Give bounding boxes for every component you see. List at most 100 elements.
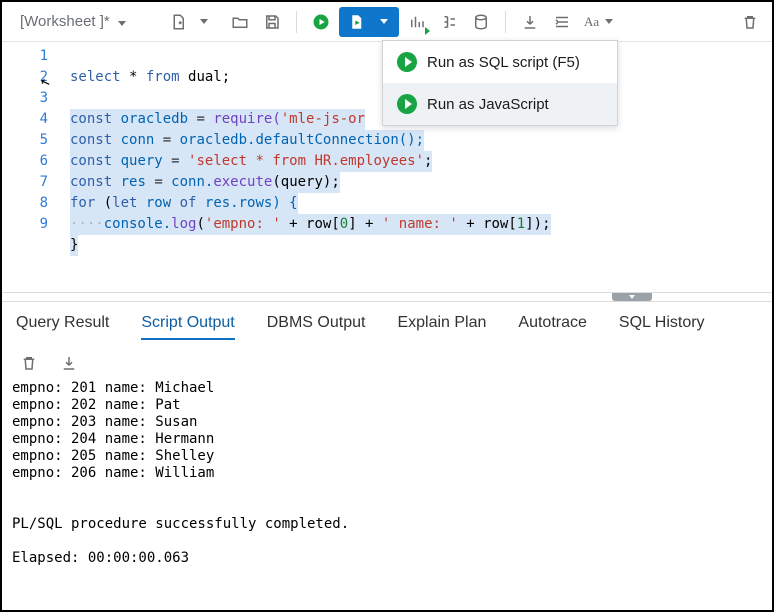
tok: 'mle-js-or <box>281 111 365 127</box>
font-button[interactable]: Aa <box>580 8 617 36</box>
worksheet-title[interactable]: [Worksheet ]* <box>10 13 132 30</box>
tok: ; <box>424 153 432 169</box>
tok: res <box>112 174 154 190</box>
chevron-down-icon <box>118 21 126 26</box>
tok: const <box>70 174 112 190</box>
separator <box>505 11 506 33</box>
line-number: 7 <box>2 172 48 193</box>
download-output-button[interactable] <box>60 354 78 372</box>
chevron-down-icon <box>605 19 613 24</box>
tok: (query); <box>272 174 339 190</box>
tok: const <box>70 111 112 127</box>
tab-sql-history[interactable]: SQL History <box>619 314 705 340</box>
tab-script-output[interactable]: Script Output <box>141 314 234 340</box>
tok: of <box>180 195 197 211</box>
trash-icon <box>20 354 38 372</box>
db-icon <box>472 13 490 31</box>
line-number: 1 <box>2 46 48 67</box>
chart-icon <box>408 13 426 31</box>
font-icon: Aa <box>584 14 599 30</box>
tok: ···· <box>70 216 104 232</box>
tok: require( <box>205 111 281 127</box>
tok: * <box>121 69 146 85</box>
tok: execute <box>213 174 272 190</box>
tok: = <box>196 111 204 127</box>
tok: 'empno: ' <box>205 216 281 232</box>
sql-history-button[interactable] <box>467 8 495 36</box>
tok: Connection(); <box>314 132 424 148</box>
results-tabs: Query Result Script Output DBMS Output E… <box>2 302 772 350</box>
tok: ( <box>196 216 204 232</box>
script-output: empno: 201 name: Michael empno: 202 name… <box>2 380 772 577</box>
run-statement-button[interactable] <box>307 8 335 36</box>
delete-button[interactable] <box>736 8 764 36</box>
file-play-icon <box>347 13 365 31</box>
trash-icon <box>741 13 759 31</box>
panel-drag-handle[interactable] <box>2 292 772 302</box>
tok: ] + <box>348 216 382 232</box>
tok: ]); <box>525 216 550 232</box>
play-badge-icon <box>425 27 430 35</box>
tok: = <box>154 174 162 190</box>
indent-icon <box>553 13 571 31</box>
new-file-button[interactable] <box>164 8 192 36</box>
tok: const <box>70 132 112 148</box>
tok: 0 <box>340 216 348 232</box>
tok: row <box>137 195 179 211</box>
tok: ( <box>95 195 112 211</box>
menu-item-run-js[interactable]: Run as JavaScript <box>383 83 617 125</box>
file-add-icon <box>169 13 187 31</box>
drag-handle-icon <box>612 293 652 301</box>
tok: log <box>171 216 196 232</box>
worksheet-title-text: [Worksheet ]* <box>20 13 110 30</box>
tok: } <box>70 237 78 253</box>
tok: for <box>70 195 95 211</box>
tok: console. <box>104 216 171 232</box>
tab-dbms-output[interactable]: DBMS Output <box>267 314 366 340</box>
tab-query-result[interactable]: Query Result <box>16 314 109 340</box>
autotrace-button[interactable] <box>435 8 463 36</box>
tok: dual; <box>180 69 231 85</box>
chevron-down-icon <box>380 19 388 24</box>
format-button[interactable] <box>548 8 576 36</box>
tok: 1 <box>517 216 525 232</box>
tree-icon <box>440 13 458 31</box>
menu-item-run-sql[interactable]: Run as SQL script (F5) <box>383 41 617 83</box>
download-icon <box>521 13 539 31</box>
tok: + row[ <box>281 216 340 232</box>
chevron-down-icon[interactable] <box>200 19 208 24</box>
tab-explain-plan[interactable]: Explain Plan <box>397 314 486 340</box>
menu-item-label: Run as JavaScript <box>427 96 549 113</box>
line-number: 4 <box>2 109 48 130</box>
tok: = <box>171 153 179 169</box>
save-icon <box>263 13 281 31</box>
clear-output-button[interactable] <box>20 354 38 372</box>
line-gutter: 1 2 3 4 5 6 7 8 9 <box>2 42 60 292</box>
tok: let <box>112 195 137 211</box>
line-number: 6 <box>2 151 48 172</box>
line-number: 2 <box>2 67 48 88</box>
play-icon <box>312 13 330 31</box>
tok: const <box>70 153 112 169</box>
line-number: 9 <box>2 214 48 235</box>
save-button[interactable] <box>258 8 286 36</box>
tok: conn. <box>163 174 214 190</box>
tok: conn <box>112 132 163 148</box>
separator <box>296 11 297 33</box>
tok: select <box>70 69 121 85</box>
tab-autotrace[interactable]: Autotrace <box>518 314 586 340</box>
tok: + row[ <box>458 216 517 232</box>
run-script-split-button[interactable] <box>339 7 399 37</box>
download-button[interactable] <box>516 8 544 36</box>
play-icon <box>397 94 417 114</box>
run-script-button[interactable] <box>343 7 369 37</box>
run-script-dropdown-button[interactable] <box>369 7 395 37</box>
line-number: 8 <box>2 193 48 214</box>
tok: from <box>146 69 180 85</box>
open-button[interactable] <box>226 8 254 36</box>
tok: res.rows) { <box>196 195 297 211</box>
explain-plan-button[interactable] <box>403 8 431 36</box>
line-number: 5 <box>2 130 48 151</box>
download-icon <box>60 354 78 372</box>
tok: ' name: ' <box>382 216 458 232</box>
